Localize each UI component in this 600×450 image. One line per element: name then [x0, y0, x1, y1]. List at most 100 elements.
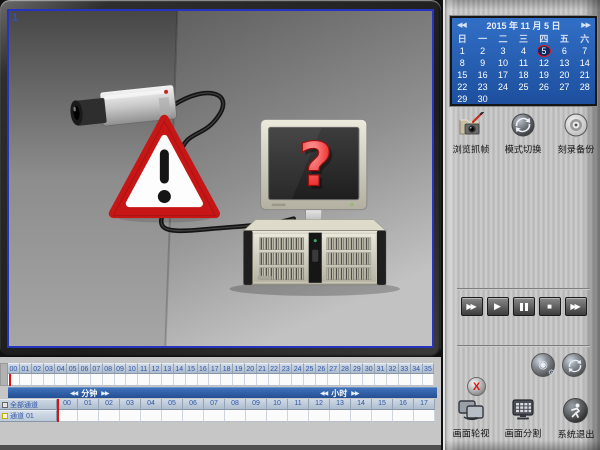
refresh-button[interactable]	[562, 353, 586, 377]
minute-track-cell[interactable]	[304, 374, 316, 386]
calendar-day[interactable]: 26	[534, 81, 554, 93]
all-channels-cell[interactable]: 全部通道	[0, 399, 57, 410]
calendar-day[interactable]: 14	[575, 57, 595, 69]
calendar-day[interactable]: 20	[554, 69, 574, 81]
calendar-day[interactable]: 23	[472, 81, 492, 93]
minute-track-cell[interactable]	[186, 374, 198, 386]
minute-track-cell[interactable]	[126, 374, 138, 386]
minute-track-cell[interactable]	[280, 374, 292, 386]
minute-track-cell[interactable]	[138, 374, 150, 386]
hour-scroll-control[interactable]: ◀◀ 小时 ▶▶	[320, 388, 358, 399]
calendar-day[interactable]: 19	[534, 69, 554, 81]
mode-switch-button[interactable]: 模式切换	[498, 112, 548, 156]
minute-track-cell[interactable]	[198, 374, 210, 386]
system-exit-button[interactable]: 系统退出	[551, 398, 600, 441]
hour-track-cell[interactable]	[120, 410, 141, 422]
calendar-day[interactable]	[493, 93, 513, 105]
hour-track-cell[interactable]	[162, 410, 183, 422]
hour-track-cell[interactable]	[414, 410, 435, 422]
calendar-prev-icon[interactable]: ◀◀	[457, 21, 466, 29]
minute-track-cell[interactable]	[387, 374, 399, 386]
calendar-day[interactable]	[534, 93, 554, 105]
scroll-left-icon[interactable]: ◀◀	[320, 390, 327, 397]
minute-track-cell[interactable]	[55, 374, 67, 386]
calendar-day[interactable]: 15	[452, 69, 472, 81]
hour-track-cell[interactable]	[393, 410, 414, 422]
video-display[interactable]: 1	[7, 9, 434, 348]
calendar-day[interactable]: 9	[472, 57, 492, 69]
hour-track-cell[interactable]	[246, 410, 267, 422]
calendar-day[interactable]	[554, 93, 574, 105]
calendar-day[interactable]: 16	[472, 69, 492, 81]
calendar-day[interactable]: 5	[534, 45, 554, 57]
calendar-day[interactable]: 12	[534, 57, 554, 69]
minute-track-cell[interactable]	[351, 374, 363, 386]
minute-track-cell[interactable]	[328, 374, 340, 386]
hour-track-cell[interactable]	[225, 410, 246, 422]
hour-track-cell[interactable]	[57, 410, 78, 422]
minute-track-cell[interactable]	[209, 374, 221, 386]
hour-track-cell[interactable]	[351, 410, 372, 422]
minute-track-cell[interactable]	[150, 374, 162, 386]
screen-tour-button[interactable]: 画面轮视	[446, 398, 496, 441]
hour-track-cell[interactable]	[288, 410, 309, 422]
minute-track-cell[interactable]	[316, 374, 328, 386]
minute-track-cell[interactable]	[375, 374, 387, 386]
minute-track-cell[interactable]	[399, 374, 411, 386]
scroll-right-icon[interactable]: ▶▶	[351, 390, 358, 397]
calendar-day[interactable]: 17	[493, 69, 513, 81]
calendar-day[interactable]: 2	[472, 45, 492, 57]
stop-button[interactable]: ■	[539, 297, 561, 316]
minute-track-cell[interactable]	[103, 374, 115, 386]
calendar-day[interactable]: 29	[452, 93, 472, 105]
minute-track-cell[interactable]	[233, 374, 245, 386]
calendar-day[interactable]: 11	[513, 57, 533, 69]
calendar-day[interactable]: 8	[452, 57, 472, 69]
calendar-day[interactable]: 13	[554, 57, 574, 69]
channel-01-cell[interactable]: 通道 01	[0, 410, 57, 422]
calendar-day[interactable]: 6	[554, 45, 574, 57]
calendar-day[interactable]: 25	[513, 81, 533, 93]
browse-frames-button[interactable]: 浏览抓帧	[446, 112, 496, 156]
calendar-day[interactable]: 27	[554, 81, 574, 93]
minute-track-cell[interactable]	[32, 374, 44, 386]
calendar-day[interactable]: 3	[493, 45, 513, 57]
calendar-day[interactable]: 22	[452, 81, 472, 93]
calendar-next-icon[interactable]: ▶▶	[581, 21, 590, 29]
minute-track-cell[interactable]	[340, 374, 352, 386]
minute-track-cell[interactable]	[423, 374, 435, 386]
hour-track-cell[interactable]	[141, 410, 162, 422]
calendar-day[interactable]: 4	[513, 45, 533, 57]
minute-track-cell[interactable]	[20, 374, 32, 386]
hour-track-cell[interactable]	[78, 410, 99, 422]
minute-track-cell[interactable]	[79, 374, 91, 386]
minute-track-cell[interactable]	[363, 374, 375, 386]
scroll-left-icon[interactable]: ◀◀	[70, 390, 77, 397]
calendar-day[interactable]: 7	[575, 45, 595, 57]
screen-split-button[interactable]: 画面分割	[498, 398, 548, 441]
calendar-day[interactable]: 1	[452, 45, 472, 57]
calendar-day[interactable]: 28	[575, 81, 595, 93]
minute-track-cell[interactable]	[269, 374, 281, 386]
calendar-day[interactable]: 24	[493, 81, 513, 93]
calendar-day[interactable]: 10	[493, 57, 513, 69]
hour-track-cell[interactable]	[372, 410, 393, 422]
calendar-day[interactable]: 18	[513, 69, 533, 81]
minute-track-cell[interactable]	[221, 374, 233, 386]
minute-track-cell[interactable]	[67, 374, 79, 386]
minute-track-cell[interactable]	[174, 374, 186, 386]
hour-playhead-cursor[interactable]	[57, 399, 59, 422]
pause-button[interactable]	[513, 297, 535, 316]
hour-track-cell[interactable]	[267, 410, 288, 422]
speed-forward-button[interactable]: ▶▶	[565, 297, 587, 316]
minute-track-cell[interactable]	[411, 374, 423, 386]
hour-track-cell[interactable]	[99, 410, 120, 422]
minute-track-cell[interactable]	[245, 374, 257, 386]
minute-track-cell[interactable]	[292, 374, 304, 386]
hour-track-cell[interactable]	[330, 410, 351, 422]
play-button[interactable]: ▶	[487, 297, 509, 316]
channel-01-checkbox[interactable]	[2, 413, 8, 419]
burn-backup-button[interactable]: 刻录备份	[551, 112, 600, 156]
minute-track-cell[interactable]	[44, 374, 56, 386]
calendar-day[interactable]	[575, 93, 595, 105]
